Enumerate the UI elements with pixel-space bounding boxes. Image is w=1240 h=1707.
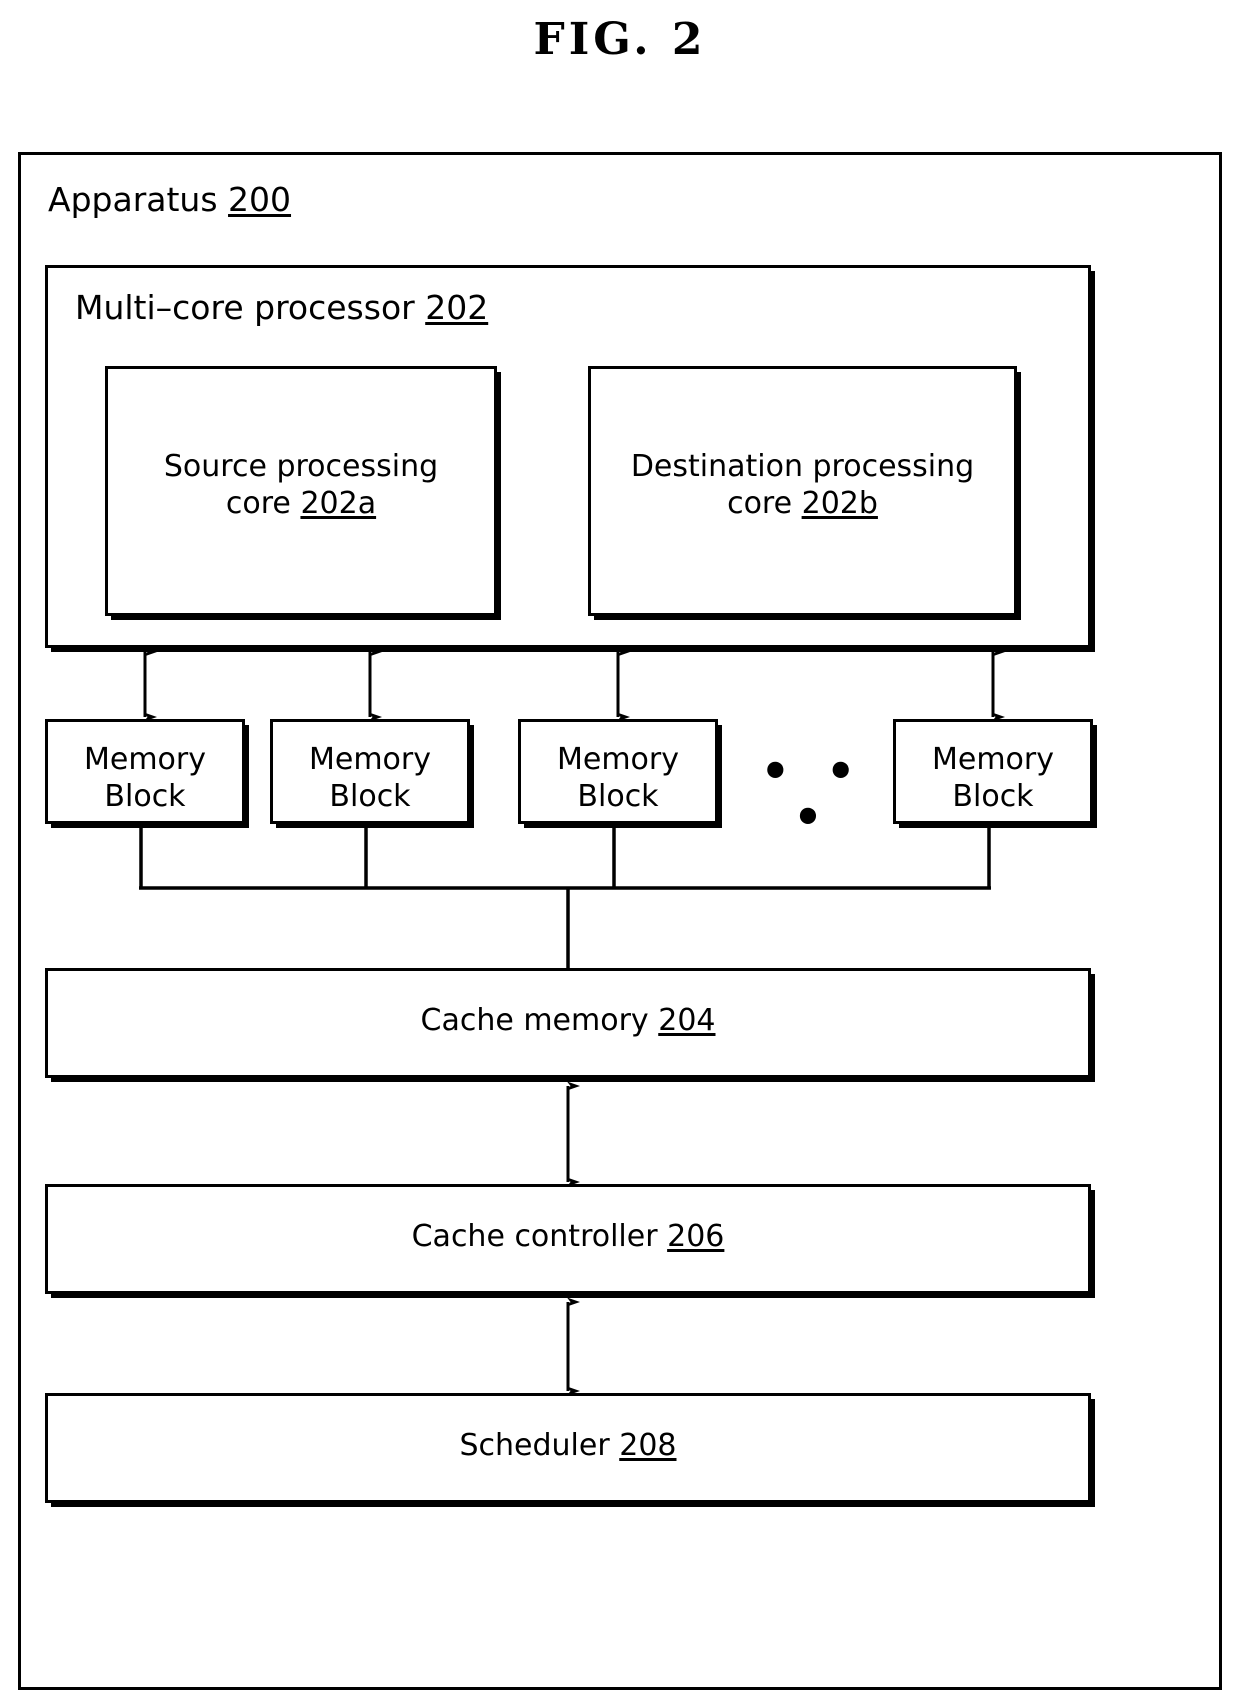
destination-core-line2: core xyxy=(727,485,793,521)
memory-block-4-line2: Block xyxy=(952,778,1034,814)
memory-block-2: Memory Block xyxy=(270,719,470,824)
memory-block-2-line2: Block xyxy=(329,778,411,814)
cache-controller-box: Cache controller 206 xyxy=(45,1184,1091,1294)
destination-processing-core-box: Destination processing core 202b xyxy=(588,366,1017,616)
memory-block-4-line1: Memory xyxy=(931,742,1054,777)
cache-memory-ref: 204 xyxy=(658,1003,716,1038)
scheduler-label-text: Scheduler xyxy=(459,1428,610,1463)
memory-block-1: Memory Block xyxy=(45,719,245,824)
memory-block-1-line1: Memory xyxy=(83,742,206,777)
scheduler-box: Scheduler 208 xyxy=(45,1393,1091,1503)
memory-block-3-label: Memory Block xyxy=(521,742,715,815)
processor-ref: 202 xyxy=(425,288,489,327)
memory-block-4-label: Memory Block xyxy=(896,742,1090,815)
cache-controller-label-text: Cache controller xyxy=(411,1219,658,1254)
figure-title: FIG. 2 xyxy=(533,14,707,65)
apparatus-label-text: Apparatus xyxy=(48,180,218,219)
apparatus-label: Apparatus 200 xyxy=(48,180,291,220)
multi-core-processor-label: Multi–core processor 202 xyxy=(75,288,488,328)
destination-core-line1: Destination processing xyxy=(630,449,975,484)
processor-label-text: Multi–core processor xyxy=(75,288,415,327)
cache-controller-label: Cache controller 206 xyxy=(48,1219,1088,1256)
cache-memory-box: Cache memory 204 xyxy=(45,968,1091,1078)
scheduler-ref: 208 xyxy=(619,1428,677,1463)
memory-block-3-line2: Block xyxy=(577,778,659,814)
source-core-ref: 202a xyxy=(300,485,377,521)
source-processing-core-box: Source processing core 202a xyxy=(105,366,497,616)
memory-blocks-ellipsis-icon: • • • xyxy=(760,744,866,844)
scheduler-label: Scheduler 208 xyxy=(48,1428,1088,1465)
memory-block-2-label: Memory Block xyxy=(273,742,467,815)
cache-memory-label: Cache memory 204 xyxy=(48,1003,1088,1040)
apparatus-ref: 200 xyxy=(228,180,292,219)
cache-controller-ref: 206 xyxy=(667,1219,725,1254)
destination-core-label: Destination processing core 202b xyxy=(591,449,1014,522)
memory-block-1-line2: Block xyxy=(104,778,186,814)
destination-core-ref: 202b xyxy=(801,485,878,521)
source-core-label: Source processing core 202a xyxy=(108,449,494,522)
memory-block-2-line1: Memory xyxy=(308,742,431,777)
source-core-line2: core xyxy=(225,485,291,521)
source-core-line1: Source processing xyxy=(163,449,439,484)
memory-block-4: Memory Block xyxy=(893,719,1093,824)
memory-block-1-label: Memory Block xyxy=(48,742,242,815)
memory-block-3-line1: Memory xyxy=(556,742,679,777)
cache-memory-label-text: Cache memory xyxy=(420,1003,649,1038)
memory-block-3: Memory Block xyxy=(518,719,718,824)
